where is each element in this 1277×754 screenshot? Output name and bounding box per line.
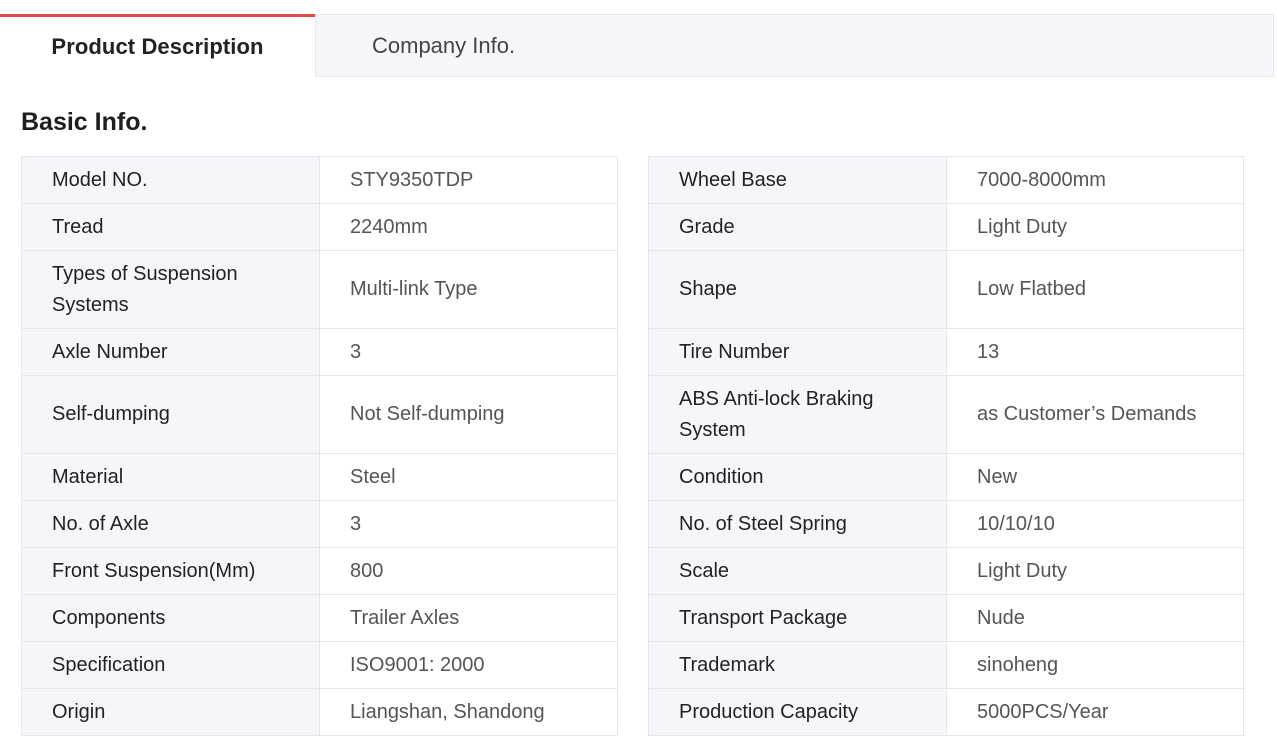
spec-value: 10/10/10 — [946, 500, 1244, 548]
spec-key: Trademark — [648, 641, 947, 689]
spec-value: Light Duty — [946, 203, 1244, 251]
spec-key: Types of Suspension Systems — [21, 250, 320, 329]
spec-row: Specification ISO9001: 2000 — [21, 641, 618, 689]
spec-row: Tread 2240mm — [21, 203, 618, 251]
spec-row: Origin Liangshan, Shandong — [21, 688, 618, 736]
spec-value: 7000-8000mm — [946, 156, 1244, 204]
spec-key: Production Capacity — [648, 688, 947, 736]
spec-row: Scale Light Duty — [648, 547, 1244, 595]
spec-value: Not Self-dumping — [319, 375, 618, 454]
spec-key: Front Suspension(Mm) — [21, 547, 320, 595]
spec-key: Origin — [21, 688, 320, 736]
tab-product-description-label: Product Description — [51, 34, 264, 59]
spec-row: Model NO. STY9350TDP — [21, 156, 618, 204]
spec-value: 2240mm — [319, 203, 618, 251]
spec-value: 800 — [319, 547, 618, 595]
spec-row: No. of Axle 3 — [21, 500, 618, 548]
spec-key: Condition — [648, 453, 947, 501]
tab-company-info[interactable]: Company Info. — [315, 14, 1274, 77]
spec-key: Components — [21, 594, 320, 642]
spec-key: Model NO. — [21, 156, 320, 204]
spec-value: Light Duty — [946, 547, 1244, 595]
spec-value: Nude — [946, 594, 1244, 642]
spec-value: Steel — [319, 453, 618, 501]
spec-row: Wheel Base 7000-8000mm — [648, 156, 1244, 204]
spec-value: Multi-link Type — [319, 250, 618, 329]
spec-value: Trailer Axles — [319, 594, 618, 642]
spec-value: New — [946, 453, 1244, 501]
spec-row: Components Trailer Axles — [21, 594, 618, 642]
spec-row: ABS Anti-lock Braking System as Customer’… — [648, 375, 1244, 454]
spec-value: sinoheng — [946, 641, 1244, 689]
spec-row: Grade Light Duty — [648, 203, 1244, 251]
spec-row: Production Capacity 5000PCS/Year — [648, 688, 1244, 736]
spec-row: Condition New — [648, 453, 1244, 501]
tab-bar: Product Description Company Info. — [0, 14, 1274, 77]
spec-key: Material — [21, 453, 320, 501]
spec-value: 13 — [946, 328, 1244, 376]
tab-company-info-label: Company Info. — [372, 32, 516, 58]
section-title: Basic Info. — [21, 108, 148, 136]
spec-value: as Customer’s Demands — [946, 375, 1244, 454]
spec-value: ISO9001: 2000 — [319, 641, 618, 689]
spec-key: Scale — [648, 547, 947, 595]
basic-info-table-right: Wheel Base 7000-8000mm Grade Light Duty Shap… — [648, 156, 1244, 736]
spec-key: ABS Anti-lock Braking System — [648, 375, 947, 454]
spec-value: 3 — [319, 500, 618, 548]
spec-value: 3 — [319, 328, 618, 376]
spec-key: Transport Package — [648, 594, 947, 642]
spec-row: Self-dumping Not Self-dumping — [21, 375, 618, 454]
spec-value: Liangshan, Shandong — [319, 688, 618, 736]
spec-key: Tire Number — [648, 328, 947, 376]
spec-value: 5000PCS/Year — [946, 688, 1244, 736]
tab-product-description[interactable]: Product Description — [0, 14, 315, 77]
spec-key: No. of Axle — [21, 500, 320, 548]
spec-row: Shape Low Flatbed — [648, 250, 1244, 329]
spec-key: Specification — [21, 641, 320, 689]
spec-row: Types of Suspension Systems Multi-link Ty… — [21, 250, 618, 329]
spec-value: STY9350TDP — [319, 156, 618, 204]
spec-value: Low Flatbed — [946, 250, 1244, 329]
basic-info-table-left: Model NO. STY9350TDP Tread 2240mm Types of S… — [21, 156, 618, 736]
spec-key: No. of Steel Spring — [648, 500, 947, 548]
spec-key: Wheel Base — [648, 156, 947, 204]
spec-row: Trademark sinoheng — [648, 641, 1244, 689]
spec-row: Axle Number 3 — [21, 328, 618, 376]
spec-key: Tread — [21, 203, 320, 251]
spec-key: Grade — [648, 203, 947, 251]
spec-row: Transport Package Nude — [648, 594, 1244, 642]
spec-key: Shape — [648, 250, 947, 329]
spec-row: Material Steel — [21, 453, 618, 501]
spec-key: Axle Number — [21, 328, 320, 376]
spec-row: No. of Steel Spring 10/10/10 — [648, 500, 1244, 548]
spec-key: Self-dumping — [21, 375, 320, 454]
spec-row: Tire Number 13 — [648, 328, 1244, 376]
spec-row: Front Suspension(Mm) 800 — [21, 547, 618, 595]
